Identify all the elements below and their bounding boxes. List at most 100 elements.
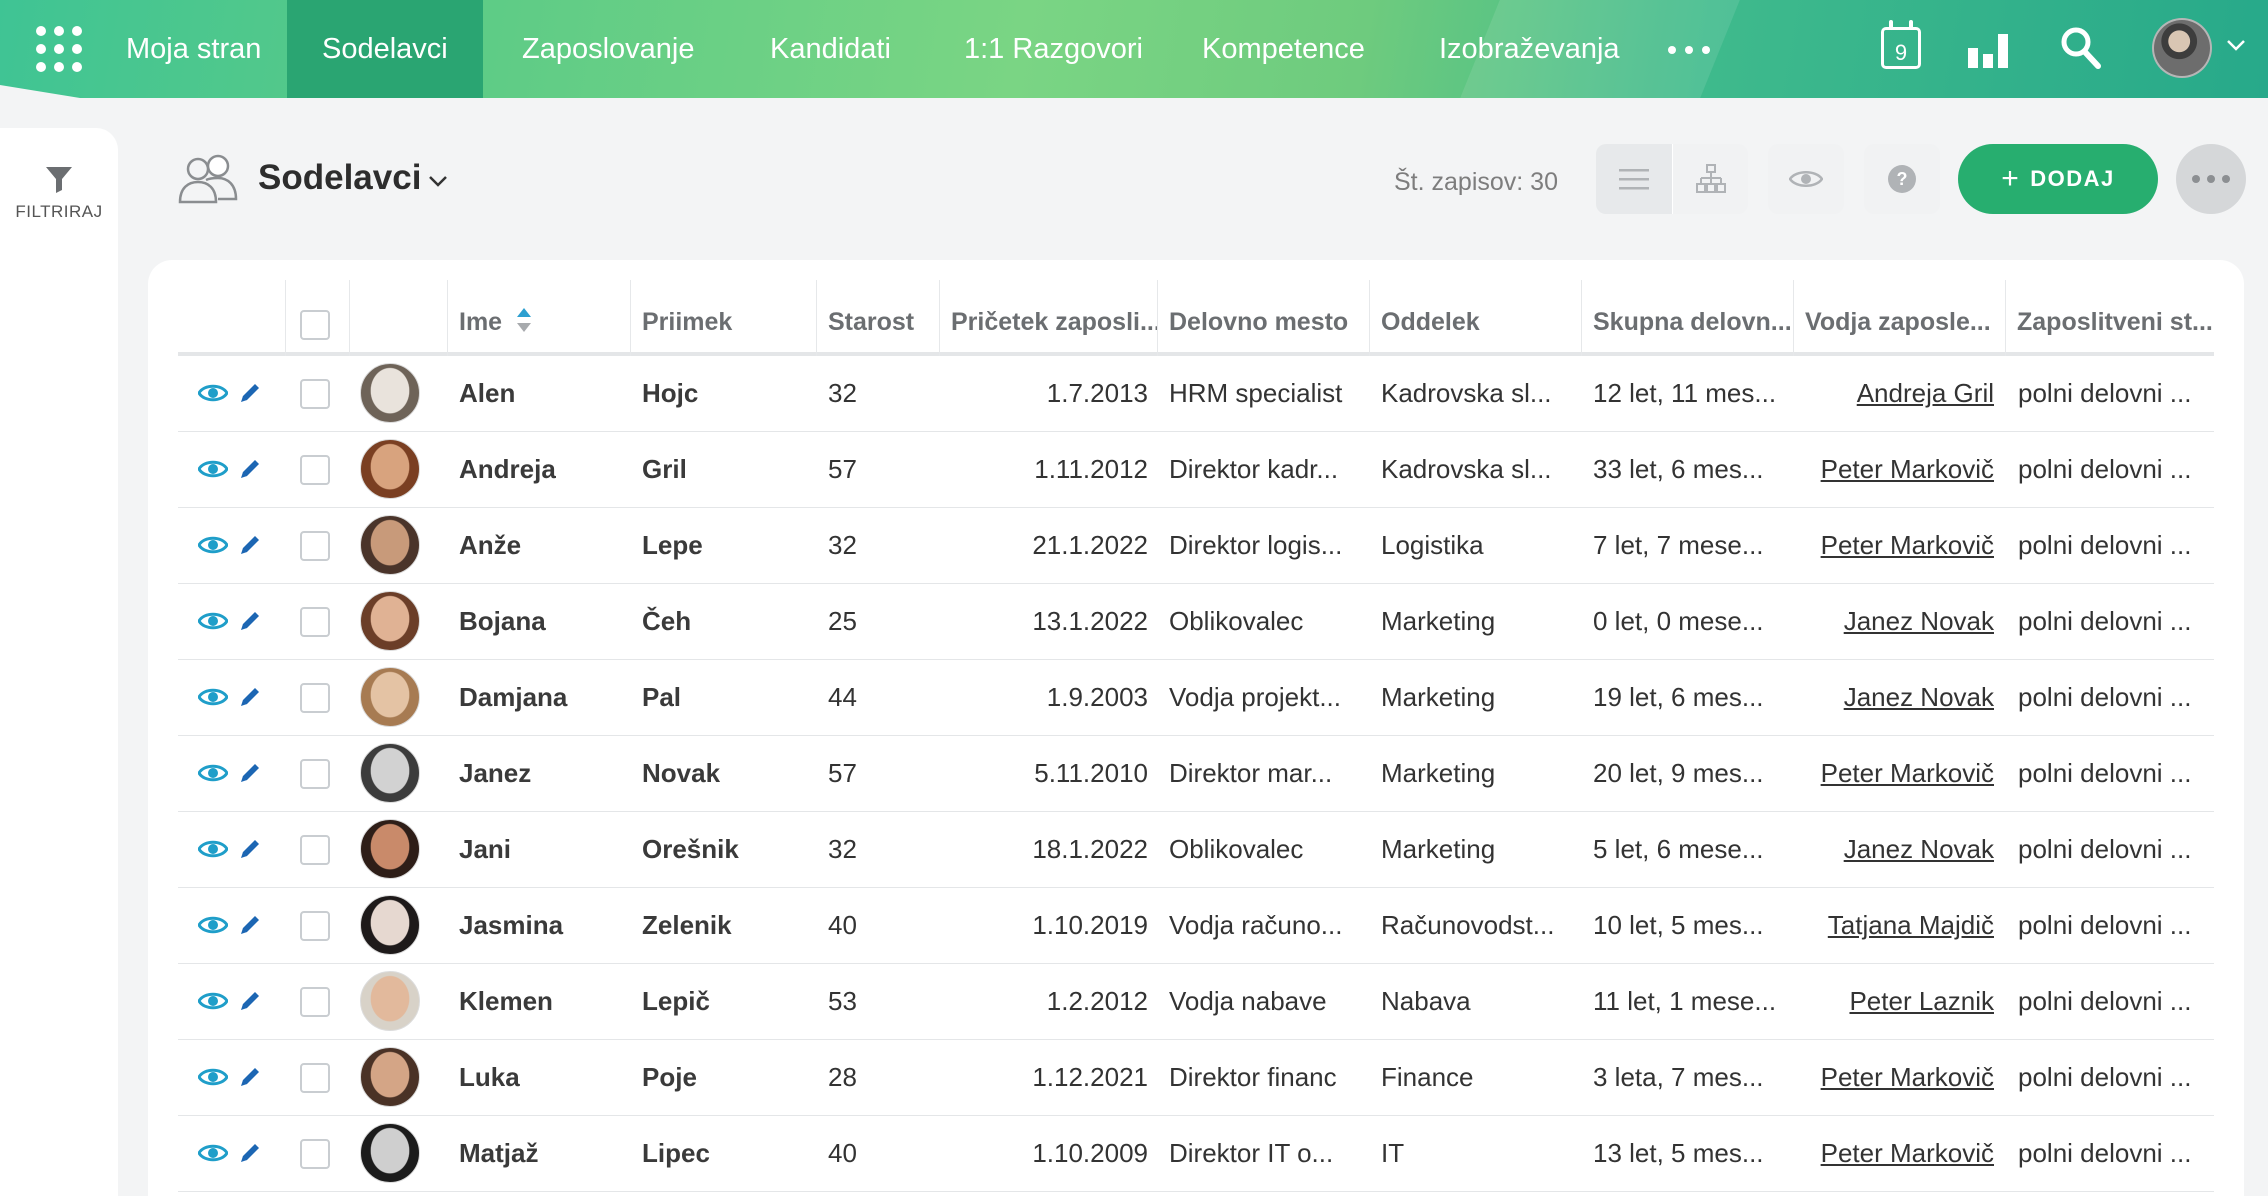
manager-link[interactable]: Tatjana Majdič bbox=[1828, 910, 1994, 940]
view-icon[interactable] bbox=[197, 685, 229, 711]
visibility-button[interactable] bbox=[1768, 144, 1844, 214]
more-dots-icon[interactable] bbox=[1668, 46, 1710, 54]
view-icon[interactable] bbox=[197, 837, 229, 863]
column-header-priimek[interactable]: Priimek bbox=[631, 280, 817, 356]
table-row[interactable]: Bojana Čeh 25 13.1.2022 Oblikovalec Marketing… bbox=[178, 584, 2214, 660]
edit-icon[interactable] bbox=[238, 533, 262, 559]
view-icon[interactable] bbox=[197, 761, 229, 787]
column-header-pricetek[interactable]: Pričetek zaposli... bbox=[940, 280, 1158, 356]
row-checkbox[interactable] bbox=[300, 379, 330, 409]
row-checkbox[interactable] bbox=[300, 683, 330, 713]
edit-icon[interactable] bbox=[238, 457, 262, 483]
cell-vodja[interactable]: Janez Novak bbox=[1794, 584, 1994, 659]
cell-vodja[interactable]: Peter Markovič bbox=[1794, 736, 1994, 811]
bar-chart-icon[interactable] bbox=[1968, 34, 2008, 68]
help-button[interactable]: ? bbox=[1864, 144, 1940, 214]
row-checkbox[interactable] bbox=[300, 1063, 330, 1093]
column-header-vodja[interactable]: Vodja zaposle... bbox=[1794, 280, 2006, 356]
manager-link[interactable]: Peter Markovič bbox=[1821, 1138, 1994, 1168]
table-row[interactable]: Klemen Lepič 53 1.2.2012 Vodja nabave Nabava 1… bbox=[178, 964, 2214, 1040]
avatar bbox=[360, 591, 420, 651]
manager-link[interactable]: Peter Markovič bbox=[1821, 758, 1994, 788]
view-icon[interactable] bbox=[197, 457, 229, 483]
nav-item-moja-stran[interactable]: Moja stran bbox=[91, 0, 296, 98]
sort-icon[interactable] bbox=[516, 307, 532, 333]
manager-link[interactable]: Janez Novak bbox=[1844, 606, 1994, 636]
table-row[interactable]: Janez Novak 57 5.11.2010 Direktor mar... Mark… bbox=[178, 736, 2214, 812]
manager-link[interactable]: Peter Markovič bbox=[1821, 454, 1994, 484]
table-row[interactable]: Anže Lepe 32 21.1.2022 Direktor logis... Logi… bbox=[178, 508, 2214, 584]
cell-vodja[interactable]: Janez Novak bbox=[1794, 660, 1994, 735]
view-icon[interactable] bbox=[197, 533, 229, 559]
edit-icon[interactable] bbox=[238, 685, 262, 711]
column-header-skupna-delovna[interactable]: Skupna delovn... bbox=[1582, 280, 1794, 356]
edit-icon[interactable] bbox=[238, 761, 262, 787]
cell-vodja[interactable]: Janez Novak bbox=[1794, 812, 1994, 887]
org-chart-view-button[interactable] bbox=[1672, 144, 1748, 214]
add-button[interactable]: + DODAJ bbox=[1958, 144, 2158, 214]
nav-item-izobrazevanja[interactable]: Izobraževanja bbox=[1404, 0, 1655, 98]
nav-item-zaposlovanje[interactable]: Zaposlovanje bbox=[487, 0, 730, 98]
nav-item-kompetence[interactable]: Kompetence bbox=[1167, 0, 1400, 98]
edit-icon[interactable] bbox=[238, 989, 262, 1015]
row-checkbox[interactable] bbox=[300, 911, 330, 941]
edit-icon[interactable] bbox=[238, 381, 262, 407]
select-all-checkbox[interactable] bbox=[300, 310, 330, 340]
cell-vodja[interactable]: Peter Markovič bbox=[1794, 1040, 1994, 1115]
view-icon[interactable] bbox=[197, 913, 229, 939]
manager-link[interactable]: Peter Laznik bbox=[1849, 986, 1994, 1016]
table-row[interactable]: Andreja Gril 57 1.11.2012 Direktor kadr... Ka… bbox=[178, 432, 2214, 508]
cell-vodja[interactable]: Peter Markovič bbox=[1794, 432, 1994, 507]
manager-link[interactable]: Janez Novak bbox=[1844, 682, 1994, 712]
view-icon[interactable] bbox=[197, 1065, 229, 1091]
nav-item-razgovori[interactable]: 1:1 Razgovori bbox=[929, 0, 1178, 98]
cell-vodja[interactable]: Peter Laznik bbox=[1794, 964, 1994, 1039]
table-row[interactable]: Luka Poje 28 1.12.2021 Direktor financ Financ… bbox=[178, 1040, 2214, 1116]
view-icon[interactable] bbox=[197, 381, 229, 407]
row-checkbox[interactable] bbox=[300, 987, 330, 1017]
row-checkbox[interactable] bbox=[300, 759, 330, 789]
column-header-oddelek[interactable]: Oddelek bbox=[1370, 280, 1582, 356]
cell-vodja[interactable]: Peter Markovič bbox=[1794, 508, 1994, 583]
table-row[interactable]: Alen Hojc 32 1.7.2013 HRM specialist Kadrovsk… bbox=[178, 356, 2214, 432]
view-icon[interactable] bbox=[197, 1141, 229, 1167]
filter-button[interactable]: FILTRIRAJ bbox=[0, 164, 118, 222]
manager-link[interactable]: Peter Markovič bbox=[1821, 530, 1994, 560]
edit-icon[interactable] bbox=[238, 837, 262, 863]
search-icon[interactable] bbox=[2060, 26, 2102, 70]
cell-vodja[interactable]: Tatjana Majdič bbox=[1794, 888, 1994, 963]
cell-vodja[interactable]: Peter Markovič bbox=[1794, 1116, 1994, 1191]
column-header-ime[interactable]: Ime bbox=[448, 280, 631, 356]
manager-link[interactable]: Andreja Gril bbox=[1857, 378, 1994, 408]
column-header-starost[interactable]: Starost bbox=[817, 280, 940, 356]
edit-icon[interactable] bbox=[238, 609, 262, 635]
manager-link[interactable]: Janez Novak bbox=[1844, 834, 1994, 864]
table-row[interactable]: Matjaž Lipec 40 1.10.2009 Direktor IT o... IT… bbox=[178, 1116, 2214, 1192]
row-checkbox[interactable] bbox=[300, 531, 330, 561]
table-row[interactable]: Damjana Pal 44 1.9.2003 Vodja projekt... Mark… bbox=[178, 660, 2214, 736]
calendar-icon[interactable]: 9 bbox=[1881, 20, 1921, 69]
table-row[interactable]: Jasmina Zelenik 40 1.10.2019 Vodja računo...… bbox=[178, 888, 2214, 964]
view-icon[interactable] bbox=[197, 989, 229, 1015]
row-checkbox[interactable] bbox=[300, 455, 330, 485]
table-row[interactable]: Jani Orešnik 32 18.1.2022 Oblikovalec Marketi… bbox=[178, 812, 2214, 888]
row-checkbox[interactable] bbox=[300, 835, 330, 865]
edit-icon[interactable] bbox=[238, 1065, 262, 1091]
edit-icon[interactable] bbox=[238, 913, 262, 939]
manager-link[interactable]: Peter Markovič bbox=[1821, 1062, 1994, 1092]
user-avatar[interactable] bbox=[2152, 18, 2212, 78]
chevron-down-icon[interactable] bbox=[2226, 38, 2246, 52]
nav-item-sodelavci[interactable]: Sodelavci bbox=[287, 0, 483, 98]
row-checkbox[interactable] bbox=[300, 1139, 330, 1169]
list-view-button[interactable] bbox=[1596, 144, 1672, 214]
view-icon[interactable] bbox=[197, 609, 229, 635]
column-header-delovno-mesto[interactable]: Delovno mesto bbox=[1158, 280, 1370, 356]
edit-icon[interactable] bbox=[238, 1141, 262, 1167]
cell-vodja[interactable]: Andreja Gril bbox=[1794, 356, 1994, 431]
chevron-down-icon[interactable] bbox=[428, 174, 448, 188]
column-header-zaposlitveni-status[interactable]: Zaposlitveni st... bbox=[2006, 280, 2214, 356]
more-options-button[interactable] bbox=[2176, 144, 2246, 214]
row-checkbox[interactable] bbox=[300, 607, 330, 637]
apps-grid-icon[interactable] bbox=[36, 26, 82, 72]
nav-item-kandidati[interactable]: Kandidati bbox=[735, 0, 926, 98]
